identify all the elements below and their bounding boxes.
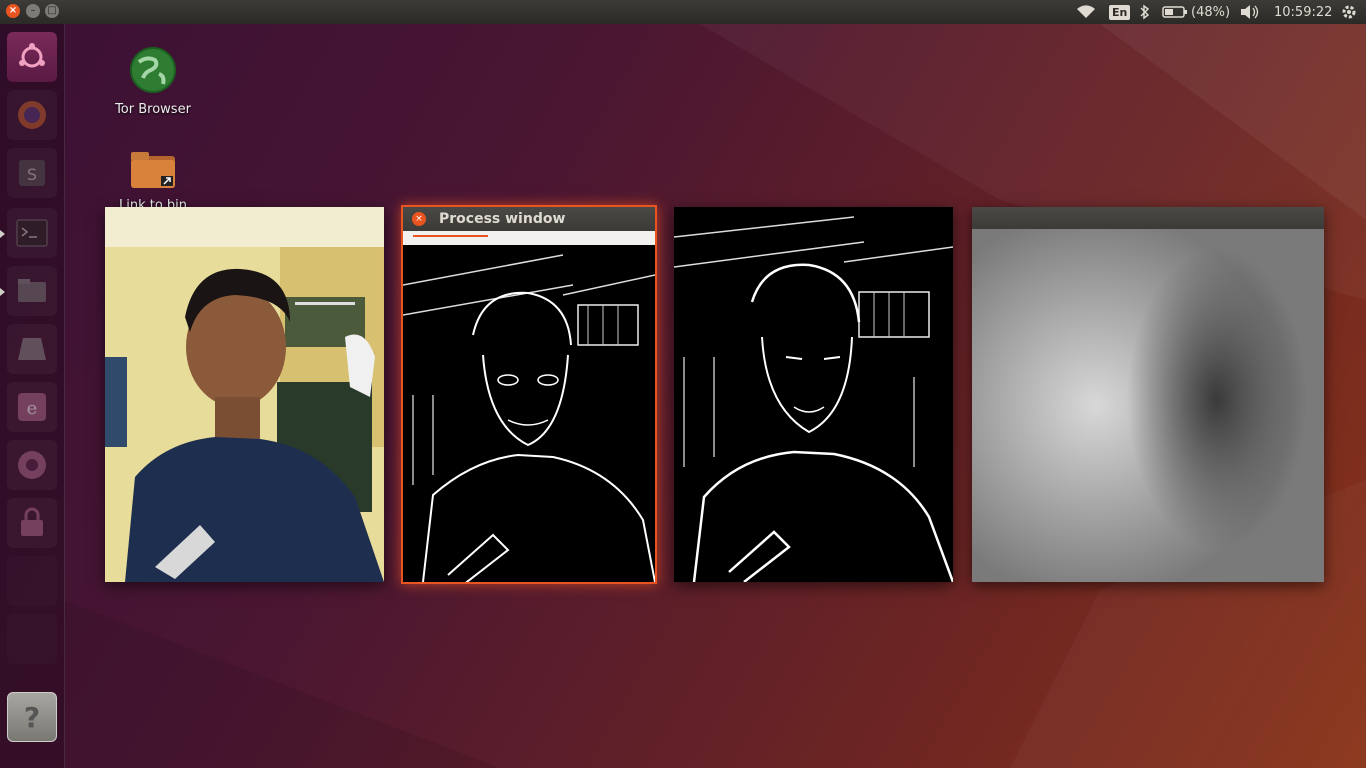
trackbar-slider[interactable] bbox=[413, 235, 488, 237]
close-window-button[interactable]: × bbox=[6, 4, 20, 18]
battery-icon bbox=[1162, 6, 1187, 18]
desktop-icon-tor-browser[interactable]: Tor Browser bbox=[103, 46, 203, 117]
photo-preview bbox=[105, 207, 384, 582]
running-indicator bbox=[0, 230, 5, 238]
svg-text:e: e bbox=[27, 398, 38, 419]
volume-icon[interactable] bbox=[1239, 0, 1261, 24]
minimize-window-button[interactable]: – bbox=[26, 4, 40, 18]
help-glyph: ? bbox=[23, 700, 41, 734]
launcher-item-icon[interactable] bbox=[7, 556, 57, 606]
desktop-icon-link-to-bin[interactable]: Link to bin bbox=[103, 150, 203, 208]
process-output-image bbox=[403, 245, 655, 582]
blur-output-image bbox=[972, 229, 1324, 582]
battery-percentage: (48%) bbox=[1191, 4, 1231, 20]
top-panel: × – □ En (48%) 10:59:22 bbox=[0, 0, 1366, 24]
help-icon[interactable]: ? bbox=[7, 692, 57, 742]
wifi-icon[interactable] bbox=[1076, 0, 1096, 24]
keyboard-layout-label: En bbox=[1109, 4, 1131, 20]
maximize-window-button[interactable]: □ bbox=[45, 4, 59, 18]
window-titlebar bbox=[972, 207, 1324, 229]
battery-indicator[interactable]: (48%) bbox=[1162, 0, 1230, 24]
clock[interactable]: 10:59:22 bbox=[1274, 0, 1332, 24]
bluetooth-icon[interactable] bbox=[1139, 0, 1151, 24]
clock-label: 10:59:22 bbox=[1274, 4, 1333, 20]
window-process[interactable]: × Process window bbox=[401, 205, 657, 584]
ubuntu-dash-icon[interactable] bbox=[7, 32, 57, 82]
desktop-icon-label: Tor Browser bbox=[115, 102, 191, 117]
tor-browser-globe-icon bbox=[130, 47, 176, 93]
edge-output-image bbox=[674, 207, 953, 582]
trackbar[interactable] bbox=[403, 231, 655, 245]
launcher: S e ? bbox=[0, 24, 65, 768]
firefox-icon[interactable] bbox=[7, 90, 57, 140]
launcher-item-icon[interactable] bbox=[7, 614, 57, 664]
window-title: Process window bbox=[439, 211, 566, 227]
settings-gear-icon[interactable] bbox=[1340, 0, 1358, 24]
terminal-icon[interactable] bbox=[7, 208, 57, 258]
chrome-icon[interactable] bbox=[7, 440, 57, 490]
lock-icon[interactable] bbox=[7, 498, 57, 548]
running-indicator bbox=[0, 288, 5, 296]
eclipse-icon[interactable]: e bbox=[7, 382, 57, 432]
window-edge-image[interactable] bbox=[674, 207, 953, 582]
folder-link-icon bbox=[131, 152, 175, 188]
keyboard-layout-indicator[interactable]: En bbox=[1109, 0, 1131, 24]
sublime-text-icon[interactable]: S bbox=[7, 148, 57, 198]
svg-text:S: S bbox=[27, 165, 37, 184]
window-original-photo[interactable] bbox=[105, 207, 384, 582]
window-close-button[interactable]: × bbox=[412, 212, 426, 226]
window-titlebar: × Process window bbox=[403, 207, 655, 231]
files-icon[interactable] bbox=[7, 266, 57, 316]
drive-icon[interactable] bbox=[7, 324, 57, 374]
window-blur[interactable] bbox=[972, 207, 1324, 582]
